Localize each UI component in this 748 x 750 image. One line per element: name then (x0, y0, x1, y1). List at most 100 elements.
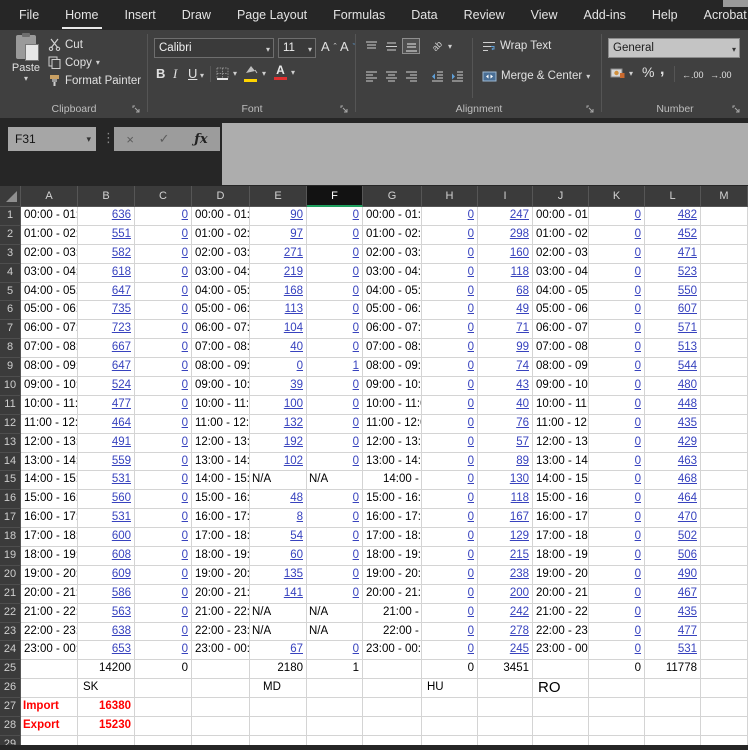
row-header-17[interactable]: 17 (0, 509, 21, 529)
cell-D1[interactable]: 00:00 - 01:00 (192, 207, 250, 226)
cell-I19[interactable]: 215 (478, 547, 533, 566)
row-header-15[interactable]: 15 (0, 471, 21, 491)
cell-J8[interactable]: 07:00 - 08:00 (533, 339, 589, 359)
cell-B17[interactable]: 531 (78, 509, 135, 529)
increase-decimal-button[interactable]: ←.00 (682, 70, 704, 80)
cell-A16[interactable]: 15:00 - 16:00 (21, 490, 78, 510)
cell-B6[interactable]: 735 (78, 301, 135, 321)
cell-E14[interactable]: 102 (250, 452, 307, 472)
cell-M5[interactable] (701, 282, 748, 302)
row-header-29[interactable]: 29 (0, 735, 21, 745)
cell-G20[interactable]: 19:00 - 20:00 (363, 565, 422, 585)
cell-D25[interactable] (192, 660, 250, 680)
cell-A12[interactable]: 11:00 - 12:00 (21, 414, 78, 434)
cell-G24[interactable]: 23:00 - 00:00 (363, 641, 422, 661)
tab-insert[interactable]: Insert (112, 0, 169, 30)
clipboard-dialog-launcher-icon[interactable] (132, 105, 141, 114)
borders-button[interactable]: ▾ (216, 67, 237, 80)
row-header-21[interactable]: 21 (0, 584, 21, 604)
cell-I5[interactable]: 68 (478, 282, 533, 302)
cell-K28[interactable] (589, 717, 645, 736)
decrease-indent-button[interactable] (428, 68, 446, 84)
cell-H14[interactable]: 0 (422, 452, 478, 472)
cell-L2[interactable]: 452 (645, 225, 701, 245)
row-header-6[interactable]: 6 (0, 301, 21, 321)
cell-J16[interactable]: 15:00 - 16:00 (533, 490, 589, 510)
cell-L10[interactable]: 480 (645, 377, 701, 396)
top-align-button[interactable] (362, 38, 380, 54)
row-header-25[interactable]: 25 (0, 660, 21, 680)
cell-C21[interactable]: 0 (135, 584, 192, 604)
cell-F7[interactable]: 0 (307, 320, 363, 340)
cell-G10[interactable]: 09:00 - 10:00 (363, 377, 422, 396)
paste-button[interactable]: Paste ▾ (8, 33, 44, 97)
cell-C6[interactable]: 0 (135, 301, 192, 321)
cell-L25[interactable]: 11778 (645, 660, 701, 680)
row-header-2[interactable]: 2 (0, 225, 21, 245)
cell-A23[interactable]: 22:00 - 23:00 (21, 622, 78, 642)
cell-E19[interactable]: 60 (250, 547, 307, 566)
cell-J10[interactable]: 09:00 - 10:00 (533, 377, 589, 396)
cell-H29[interactable] (422, 735, 478, 745)
cell-C22[interactable]: 0 (135, 603, 192, 623)
cell-G25[interactable] (363, 660, 422, 680)
cell-M3[interactable] (701, 244, 748, 264)
row-header-27[interactable]: 27 (0, 698, 21, 718)
cell-K8[interactable]: 0 (589, 339, 645, 359)
cell-I14[interactable]: 89 (478, 452, 533, 472)
cell-G19[interactable]: 18:00 - 19:00 (363, 547, 422, 566)
bold-button[interactable]: B (156, 66, 165, 81)
tab-add-ins[interactable]: Add-ins (571, 0, 639, 30)
cell-F15[interactable]: N/A (307, 471, 363, 491)
cell-M26[interactable] (701, 679, 748, 699)
cell-H5[interactable]: 0 (422, 282, 478, 302)
row-header-19[interactable]: 19 (0, 547, 21, 566)
cell-I12[interactable]: 76 (478, 414, 533, 434)
cell-K9[interactable]: 0 (589, 358, 645, 378)
cell-K12[interactable]: 0 (589, 414, 645, 434)
cell-H24[interactable]: 0 (422, 641, 478, 661)
cell-M1[interactable] (701, 207, 748, 226)
row-header-26[interactable]: 26 (0, 679, 21, 699)
cell-J24[interactable]: 23:00 - 00:00 (533, 641, 589, 661)
cell-C17[interactable]: 0 (135, 509, 192, 529)
cell-G3[interactable]: 02:00 - 03:00 (363, 244, 422, 264)
cell-J2[interactable]: 01:00 - 02:00 (533, 225, 589, 245)
cell-C28[interactable] (135, 717, 192, 736)
cell-F9[interactable]: 1 (307, 358, 363, 378)
cell-L26[interactable] (645, 679, 701, 699)
name-box[interactable]: F31 ▾ (8, 127, 96, 151)
cell-G4[interactable]: 03:00 - 04:00 (363, 263, 422, 283)
cell-J29[interactable] (533, 735, 589, 745)
cell-A9[interactable]: 08:00 - 09:00 (21, 358, 78, 378)
cell-J17[interactable]: 16:00 - 17:00 (533, 509, 589, 529)
number-format-combo[interactable]: General ▾ (608, 38, 740, 58)
cell-K23[interactable]: 0 (589, 622, 645, 642)
cell-H8[interactable]: 0 (422, 339, 478, 359)
cell-E16[interactable]: 48 (250, 490, 307, 510)
cell-J4[interactable]: 03:00 - 04:00 (533, 263, 589, 283)
cell-J11[interactable]: 10:00 - 11:00 (533, 395, 589, 415)
cell-M6[interactable] (701, 301, 748, 321)
cell-M7[interactable] (701, 320, 748, 340)
cell-H25[interactable]: 0 (422, 660, 478, 680)
underline-dropdown-icon[interactable]: ▾ (200, 71, 204, 80)
middle-align-button[interactable] (382, 38, 400, 54)
cell-B28[interactable]: 15230 (78, 717, 135, 736)
cell-L11[interactable]: 448 (645, 395, 701, 415)
cell-I28[interactable] (478, 717, 533, 736)
shrink-font-button[interactable]: Aˇ (340, 39, 356, 54)
cell-I13[interactable]: 57 (478, 433, 533, 453)
cell-A20[interactable]: 19:00 - 20:00 (21, 565, 78, 585)
cell-I18[interactable]: 129 (478, 528, 533, 548)
cell-E11[interactable]: 100 (250, 395, 307, 415)
cell-M14[interactable] (701, 452, 748, 472)
cell-M19[interactable] (701, 547, 748, 566)
align-left-button[interactable] (362, 68, 380, 84)
cell-D12[interactable]: 11:00 - 12:00 (192, 414, 250, 434)
font-color-button[interactable]: A ▾ (274, 64, 295, 80)
tab-data[interactable]: Data (398, 0, 450, 30)
row-header-16[interactable]: 16 (0, 490, 21, 510)
cell-F16[interactable]: 0 (307, 490, 363, 510)
cell-D22[interactable]: 21:00 - 22:00 (192, 603, 250, 623)
